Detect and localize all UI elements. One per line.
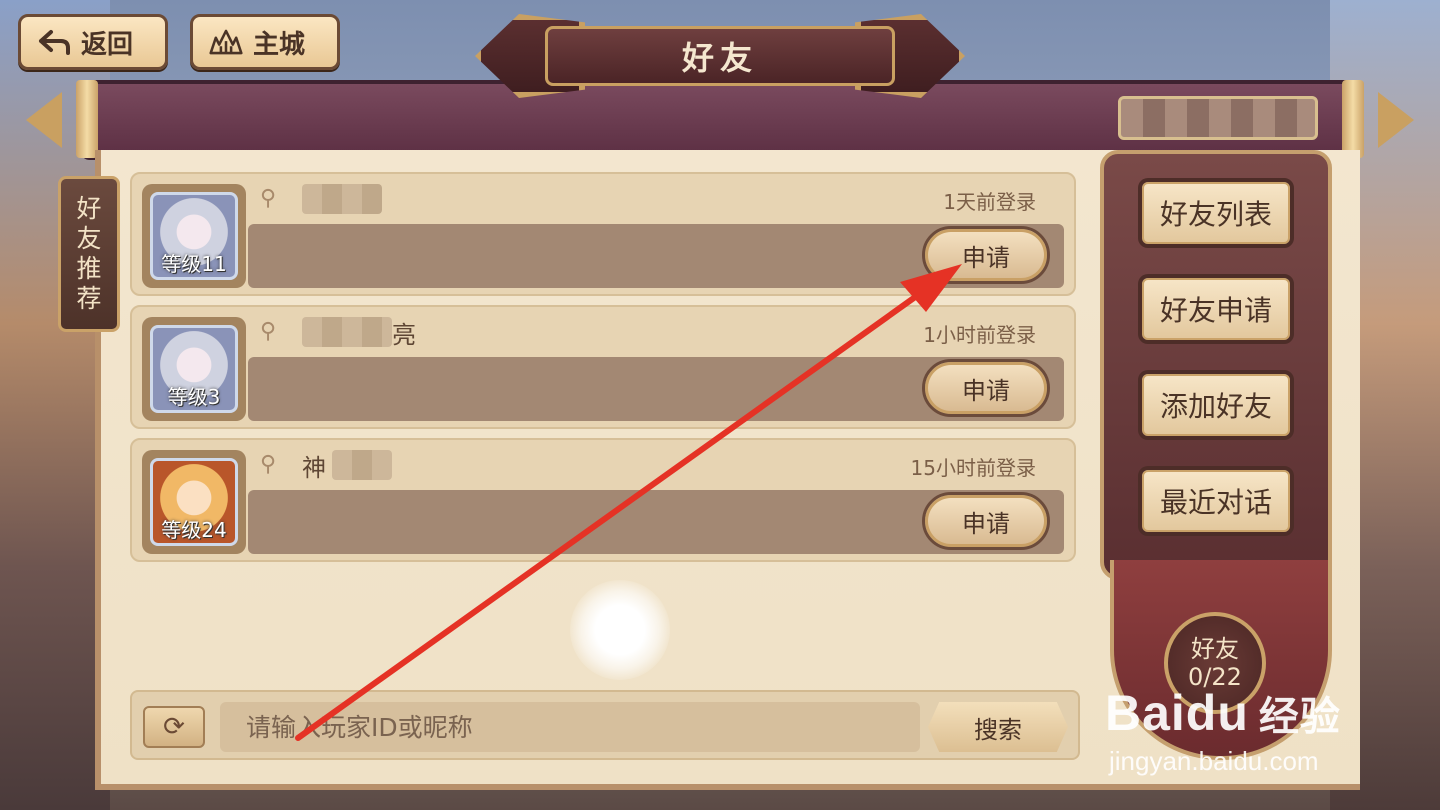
main-city-button-label: 主城 [253,29,306,60]
friend-count-label: 好友 [1191,635,1239,663]
player-name: 神 [302,448,392,482]
scroll-end-right [1342,80,1364,158]
last-login: 1小时前登录 [923,323,1036,347]
level-label: 等级24 [161,518,227,542]
main-city-button[interactable]: 主城 [190,14,340,70]
friend-card: 等级11 ⚲ 1天前登录 申请 [130,172,1076,296]
level-label: 等级11 [161,252,227,276]
gender-icon: ⚲ [260,186,277,211]
gender-icon: ⚲ [260,319,277,344]
back-arrow-icon [37,27,71,57]
page-title: 好友 [545,26,895,86]
name-mosaic [302,317,392,347]
friend-card: 等级24 ⚲ 神 15小时前登录 申请 [130,438,1076,562]
last-login: 15小时前登录 [910,456,1036,480]
tab-char: 推 [76,254,102,283]
scroll-end-left [76,80,98,158]
watermark-brand-text: Baidu [1105,685,1249,741]
recent-chats-button[interactable]: 最近对话 [1138,466,1294,536]
light-glow [570,580,670,680]
player-name [302,182,382,216]
ornament-tip-left [26,92,62,148]
back-button-label: 返回 [81,29,134,60]
refresh-button[interactable]: ⟳ [143,706,205,748]
tab-char: 友 [76,224,102,253]
watermark-brand-cn: 经验 [1258,695,1341,739]
baidu-watermark: Baidu 经验 jingyan.baidu.com [1105,684,1395,784]
level-label: 等级3 [167,385,221,409]
tab-friend-recommend[interactable]: 好 友 推 荐 [58,176,120,332]
player-name-text: 神 [302,453,326,482]
add-friend-button[interactable]: 添加好友 [1138,370,1294,440]
player-name-text: 亮 [392,320,416,349]
currency-display-blurred [1118,96,1318,140]
apply-button[interactable]: 申请 [922,226,1050,284]
ornament-tip-right [1378,92,1414,148]
apply-button[interactable]: 申请 [922,492,1050,550]
back-button[interactable]: 返回 [18,14,168,70]
name-mosaic [332,450,392,480]
player-name: 亮 [302,315,416,349]
search-button[interactable]: 搜索 [928,702,1068,752]
watermark-url: jingyan.baidu.com [1109,746,1319,776]
last-login: 1天前登录 [943,190,1036,214]
friend-requests-button[interactable]: 好友申请 [1138,274,1294,344]
apply-button[interactable]: 申请 [922,359,1050,417]
name-mosaic [302,184,382,214]
friend-list-button[interactable]: 好友列表 [1138,178,1294,248]
search-input[interactable] [220,702,920,752]
tab-char: 好 [76,194,102,223]
castle-icon [209,27,243,57]
watermark-brand: Baidu 经验 [1105,684,1341,742]
friend-card: 等级3 ⚲ 亮 1小时前登录 申请 [130,305,1076,429]
tab-char: 荐 [76,284,102,313]
title-banner: 好友 [475,10,965,100]
refresh-icon: ⟳ [163,712,185,742]
gender-icon: ⚲ [260,452,277,477]
